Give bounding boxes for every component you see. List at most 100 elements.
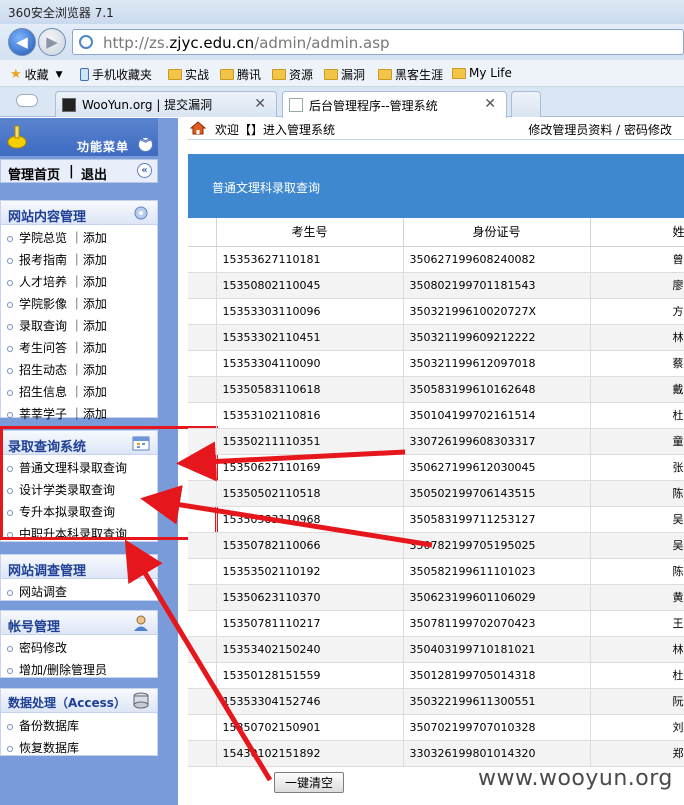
menu-item-upgrade-query[interactable]: 专升本拟录取查询 — [1, 501, 157, 523]
home-link[interactable]: 管理首页 — [8, 164, 60, 183]
name-cell: 黄 — [590, 584, 684, 611]
forward-button[interactable]: ▶ — [38, 28, 66, 56]
id-card-cell: 330326199801014320 — [403, 740, 591, 767]
student-number-cell: 15350627110169 — [216, 454, 404, 481]
menu-item[interactable]: 密码修改 — [1, 637, 157, 659]
admin-links[interactable]: 修改管理员资料 / 密码修改 — [528, 121, 672, 138]
row-index-cell — [188, 246, 217, 273]
bookmark-mylife[interactable]: My Life — [452, 66, 512, 80]
menu-item[interactable]: 人才培养 ｜添加 — [1, 271, 157, 293]
id-card-cell: 350782199705195025 — [403, 532, 591, 559]
bookmark-vulns[interactable]: 漏洞 — [324, 66, 365, 83]
bookmark-hacker[interactable]: 黑客生涯 — [378, 66, 443, 83]
panel-survey: 网站调查管理 网站调查 — [0, 554, 158, 601]
menu-item[interactable]: 录取查询 ｜添加 — [1, 315, 157, 337]
menu-item-vocational-query[interactable]: 中职升本科录取查询 — [1, 523, 157, 545]
id-card-cell: 350403199710181021 — [403, 636, 591, 663]
cloud-icon[interactable] — [16, 94, 38, 107]
row-index-cell — [188, 610, 217, 637]
column-header-index — [188, 218, 217, 247]
row-index-cell — [188, 298, 217, 325]
back-button[interactable]: ◀ — [8, 28, 36, 56]
sidebar-header: 功能菜单 ︾ — [0, 118, 158, 156]
sidebar: 功能菜单 ︾ 管理首页 | 退出 « 网站内容管理 学院总览 ｜添加 报考指南 … — [0, 118, 218, 805]
collapse-sidebar-icon[interactable]: « — [137, 163, 152, 178]
new-tab-button[interactable] — [511, 91, 541, 117]
menu-item-design-query[interactable]: 设计学类录取查询 — [1, 479, 157, 501]
menu-item[interactable]: 网站调查 — [1, 581, 157, 603]
student-number-cell: 15353402150240 — [216, 636, 404, 663]
menu-item[interactable]: 增加/删除管理员 — [1, 659, 157, 681]
wooyun-favicon-icon — [62, 97, 76, 112]
id-card-cell: 350702199707010328 — [403, 714, 591, 741]
address-url[interactable]: http://zs.zjyc.edu.cn/admin/admin.asp — [103, 34, 390, 52]
bookmark-resources[interactable]: 资源 — [272, 66, 313, 83]
table-row: 15350627110169 350627199612030045 张 — [188, 454, 684, 481]
navigation-bar: ◀ ▶ http://zs.zjyc.edu.cn/admin/admin.as… — [0, 24, 684, 60]
collapse-up-icon[interactable]: ︾ — [138, 137, 153, 152]
student-number-cell: 15350211110351 — [216, 428, 404, 455]
column-header: 考生号 — [216, 218, 404, 247]
clear-all-button[interactable]: 一键清空 — [274, 772, 344, 793]
close-icon[interactable]: ✕ — [254, 96, 266, 112]
row-index-cell — [188, 454, 217, 481]
table-row: 15350583110618 350583199610162648 戴 — [188, 376, 684, 403]
bookmark-mobile[interactable]: 手机收藏夹 — [80, 66, 152, 83]
bookmark-shizhan[interactable]: 实战 — [168, 66, 209, 83]
table-row: 15353302110451 350321199609212222 林 — [188, 324, 684, 351]
table-row: 15350802110045 350802199701181543 廖 — [188, 272, 684, 299]
menu-item[interactable]: 备份数据库 — [1, 715, 157, 737]
folder-icon — [220, 69, 234, 80]
student-number-cell: 15350802110045 — [216, 272, 404, 299]
menu-item[interactable]: 莘莘学子 ｜添加 — [1, 403, 157, 425]
name-cell: 曾 — [590, 246, 684, 273]
menu-item[interactable]: 恢复数据库 — [1, 737, 157, 759]
table-row: 15353304110090 350321199612097018 蔡 — [188, 350, 684, 377]
calendar-icon — [132, 436, 150, 451]
student-number-cell: 15353627110181 — [216, 246, 404, 273]
table-row: 15350211110351 330726199608303317 童 — [188, 428, 684, 455]
window-title: 360安全浏览器 7.1 — [8, 6, 114, 20]
menu-item[interactable]: 招生动态 ｜添加 — [1, 359, 157, 381]
menu-item[interactable]: 报考指南 ｜添加 — [1, 249, 157, 271]
student-number-cell: 15350502110518 — [216, 480, 404, 507]
student-number-cell: 15353303110096 — [216, 298, 404, 325]
results-table: 考生号 身份证号 姓 15353627110181 350627199608240… — [188, 218, 684, 767]
id-card-cell: 330726199608303317 — [403, 428, 591, 455]
bookmark-tencent[interactable]: 腾讯 — [220, 66, 261, 83]
tab-admin[interactable]: 后台管理程序--管理系统 ✕ — [282, 91, 507, 118]
row-index-cell — [188, 272, 217, 299]
star-icon: ★ — [10, 67, 22, 82]
id-card-cell: 35032199610020727X — [403, 298, 591, 325]
logout-link[interactable]: 退出 — [81, 164, 107, 183]
table-row: 15350583110968 350583199711253127 吴 — [188, 506, 684, 533]
menu-item[interactable]: 招生信息 ｜添加 — [1, 381, 157, 403]
bookmarks-bar: ★ 收藏 ▼ 手机收藏夹 实战 腾讯 资源 漏洞 黑客生涯 My Life — [0, 60, 684, 87]
menu-item-regular-query[interactable]: 普通文理科录取查询 — [1, 457, 157, 479]
address-bar[interactable]: http://zs.zjyc.edu.cn/admin/admin.asp — [72, 29, 684, 55]
phone-icon — [80, 68, 89, 81]
menu-item[interactable]: 学院总览 ｜添加 — [1, 227, 157, 249]
content-top-bar: 欢迎【】进入管理系统 修改管理员资料 / 密码修改 — [188, 118, 684, 140]
id-card-cell: 350627199608240082 — [403, 246, 591, 273]
menu-item[interactable]: 考生问答 ｜添加 — [1, 337, 157, 359]
name-cell: 吴 — [590, 506, 684, 533]
bookmark-favorites[interactable]: ★ 收藏 ▼ — [10, 66, 63, 83]
home-row: 管理首页 | 退出 « — [0, 159, 158, 183]
row-index-cell — [188, 402, 217, 429]
panel-admission-query: 录取查询系统 普通文理科录取查询 设计学类录取查询 专升本拟录取查询 中职升本科… — [0, 430, 158, 542]
home-icon — [190, 121, 206, 135]
id-card-cell: 350781199702070423 — [403, 610, 591, 637]
name-cell: 林 — [590, 636, 684, 663]
row-index-cell — [188, 584, 217, 611]
menu-item[interactable]: 学院影像 ｜添加 — [1, 293, 157, 315]
panel-title: 帐号管理 — [8, 620, 61, 635]
id-card-cell: 350502199706143515 — [403, 480, 591, 507]
name-cell: 方 — [590, 298, 684, 325]
table-row: 15353627110181 350627199608240082 曾 — [188, 246, 684, 273]
watermark: www.wooyun.org — [478, 766, 673, 791]
tab-wooyun[interactable]: WooYun.org | 提交漏洞 ✕ — [55, 91, 277, 117]
close-icon[interactable]: ✕ — [484, 96, 496, 112]
row-index-cell — [188, 714, 217, 741]
student-number-cell: 15353304152746 — [216, 688, 404, 715]
